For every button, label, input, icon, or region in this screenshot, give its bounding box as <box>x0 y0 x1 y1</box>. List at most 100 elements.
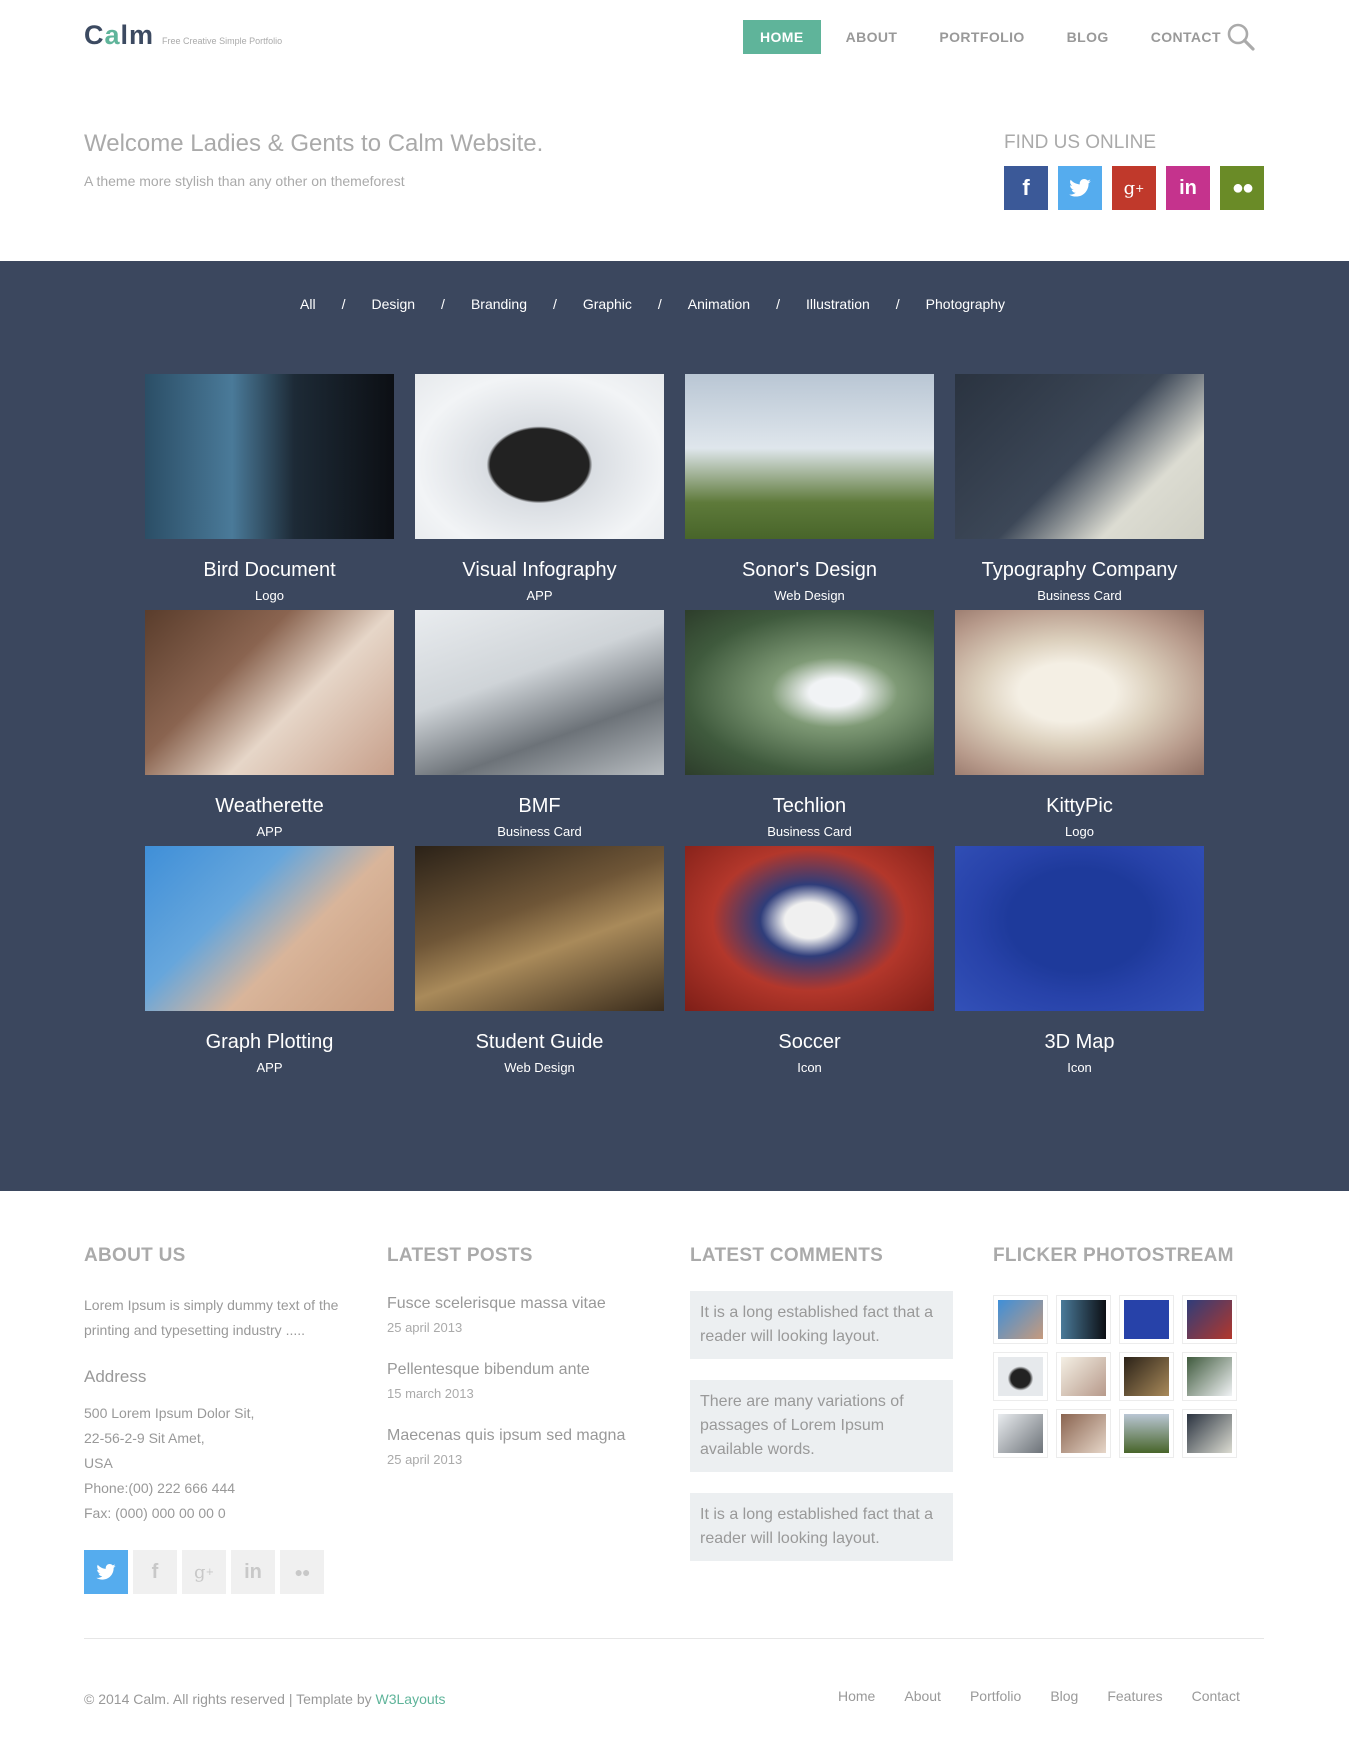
portfolio-title[interactable]: Graph Plotting <box>145 1031 394 1054</box>
portfolio-title[interactable]: Sonor's Design <box>685 559 934 582</box>
footer-nav-home[interactable]: Home <box>838 1688 875 1704</box>
twitter-icon[interactable] <box>1058 166 1102 210</box>
post-title[interactable]: Maecenas quis ipsum sed magna <box>387 1427 625 1445</box>
portfolio-category: Business Card <box>767 824 852 839</box>
linkedin-icon[interactable]: in <box>1166 166 1210 210</box>
portfolio-card: KittyPic Logo <box>955 610 1204 839</box>
portfolio-image[interactable] <box>955 846 1204 1011</box>
latest-comments-title: LATEST COMMENTS <box>690 1245 884 1266</box>
flickr-thumb[interactable] <box>1182 1409 1237 1458</box>
portfolio-category: Business Card <box>497 824 582 839</box>
portfolio-category: APP <box>256 824 283 839</box>
post-list: Fusce scelerisque massa vitae 25 april 2… <box>387 1295 625 1467</box>
post-date: 25 april 2013 <box>387 1320 463 1335</box>
footer-nav-blog[interactable]: Blog <box>1050 1688 1078 1704</box>
flickr-thumb[interactable] <box>1056 1352 1111 1401</box>
filter-illustration[interactable]: Illustration <box>806 296 870 312</box>
nav-blog[interactable]: BLOG <box>1050 20 1126 54</box>
logo[interactable]: Calm Free Creative Simple Portfolio <box>84 20 282 51</box>
portfolio-category: Web Design <box>504 1060 575 1075</box>
portfolio-image[interactable] <box>415 374 664 539</box>
filter-separator: / <box>776 296 780 312</box>
portfolio-image[interactable] <box>955 374 1204 539</box>
portfolio-image[interactable] <box>415 846 664 1011</box>
flickr-thumb[interactable] <box>993 1352 1048 1401</box>
flickr-grid <box>993 1295 1237 1458</box>
portfolio-title[interactable]: KittyPic <box>955 795 1204 818</box>
nav-contact[interactable]: CONTACT <box>1134 20 1238 54</box>
portfolio-title[interactable]: 3D Map <box>955 1031 1204 1054</box>
linkedin-icon[interactable]: in <box>231 1550 275 1594</box>
w3layouts-link[interactable]: W3Layouts <box>376 1691 446 1707</box>
nav-home[interactable]: HOME <box>743 20 821 54</box>
filter-design[interactable]: Design <box>371 296 415 312</box>
portfolio-image[interactable] <box>685 610 934 775</box>
flickr-thumb[interactable] <box>993 1295 1048 1344</box>
flickr-thumb[interactable] <box>1119 1352 1174 1401</box>
portfolio-card: 3D Map Icon <box>955 846 1204 1075</box>
filter-branding[interactable]: Branding <box>471 296 527 312</box>
post-item: Pellentesque bibendum ante 15 march 2013 <box>387 1361 625 1401</box>
nav-portfolio[interactable]: PORTFOLIO <box>922 20 1041 54</box>
footer-nav-features[interactable]: Features <box>1107 1688 1162 1704</box>
facebook-icon[interactable]: f <box>1004 166 1048 210</box>
google-plus-icon[interactable]: g + <box>182 1550 226 1594</box>
portfolio-image[interactable] <box>145 610 394 775</box>
portfolio-image[interactable] <box>145 374 394 539</box>
filter-separator: / <box>552 296 557 312</box>
search-icon[interactable] <box>1226 22 1256 52</box>
footer-nav-portfolio[interactable]: Portfolio <box>970 1688 1021 1704</box>
flickr-thumb[interactable] <box>1119 1295 1174 1344</box>
flickr-column: FLICKER PHOTOSTREAM <box>993 1245 1237 1458</box>
twitter-icon[interactable] <box>84 1550 128 1594</box>
portfolio-image[interactable] <box>415 610 664 775</box>
footer-social: f g + in ●● <box>84 1550 354 1594</box>
portfolio-image[interactable] <box>685 846 934 1011</box>
comment-item[interactable]: There are many variations of passages of… <box>690 1380 953 1472</box>
flickr-icon[interactable]: ●● <box>280 1550 324 1594</box>
portfolio-card: Techlion Business Card <box>685 610 934 839</box>
flickr-thumb[interactable] <box>1056 1295 1111 1344</box>
nav-about[interactable]: ABOUT <box>829 20 915 54</box>
portfolio-title[interactable]: Typography Company <box>955 559 1204 582</box>
portfolio-card: Visual Infography APP <box>415 374 664 603</box>
footer-nav-contact[interactable]: Contact <box>1192 1688 1240 1704</box>
filter-graphic[interactable]: Graphic <box>583 296 632 312</box>
latest-posts-column: LATEST POSTS Fusce scelerisque massa vit… <box>387 1245 625 1467</box>
comment-item[interactable]: It is a long established fact that a rea… <box>690 1493 953 1561</box>
about-us-column: ABOUT US Lorem Ipsum is simply dummy tex… <box>84 1245 354 1594</box>
post-title[interactable]: Pellentesque bibendum ante <box>387 1361 625 1379</box>
portfolio-title[interactable]: Techlion <box>685 795 934 818</box>
filter-all[interactable]: All <box>300 296 316 312</box>
post-date: 25 april 2013 <box>387 1452 463 1467</box>
filter-separator: / <box>441 296 445 312</box>
flickr-thumb[interactable] <box>1182 1352 1237 1401</box>
portfolio-category: Icon <box>797 1060 822 1075</box>
portfolio-title[interactable]: Visual Infography <box>415 559 664 582</box>
portfolio-title[interactable]: Weatherette <box>145 795 394 818</box>
flickr-icon[interactable]: ●● <box>1220 166 1264 210</box>
footer-nav-about[interactable]: About <box>904 1688 941 1704</box>
flickr-thumb[interactable] <box>1182 1295 1237 1344</box>
portfolio-title[interactable]: Soccer <box>685 1031 934 1054</box>
portfolio-title[interactable]: Student Guide <box>415 1031 664 1054</box>
welcome-title: Welcome Ladies & Gents to Calm Website. <box>84 130 544 157</box>
find-us-title: FIND US ONLINE <box>1004 132 1157 153</box>
portfolio-image[interactable] <box>685 374 934 539</box>
portfolio-title[interactable]: BMF <box>415 795 664 818</box>
flickr-thumb[interactable] <box>993 1409 1048 1458</box>
flickr-thumb[interactable] <box>1119 1409 1174 1458</box>
latest-posts-title: LATEST POSTS <box>387 1245 533 1266</box>
filter-photography[interactable]: Photography <box>926 296 1005 312</box>
post-title[interactable]: Fusce scelerisque massa vitae <box>387 1295 625 1313</box>
filter-animation[interactable]: Animation <box>688 296 750 312</box>
comment-item[interactable]: It is a long established fact that a rea… <box>690 1291 953 1359</box>
facebook-icon[interactable]: f <box>133 1550 177 1594</box>
portfolio-image[interactable] <box>145 846 394 1011</box>
post-date: 15 march 2013 <box>387 1386 474 1401</box>
google-plus-icon[interactable]: g + <box>1112 166 1156 210</box>
portfolio-image[interactable] <box>955 610 1204 775</box>
portfolio-card: Bird Document Logo <box>145 374 394 603</box>
portfolio-title[interactable]: Bird Document <box>145 559 394 582</box>
flickr-thumb[interactable] <box>1056 1409 1111 1458</box>
